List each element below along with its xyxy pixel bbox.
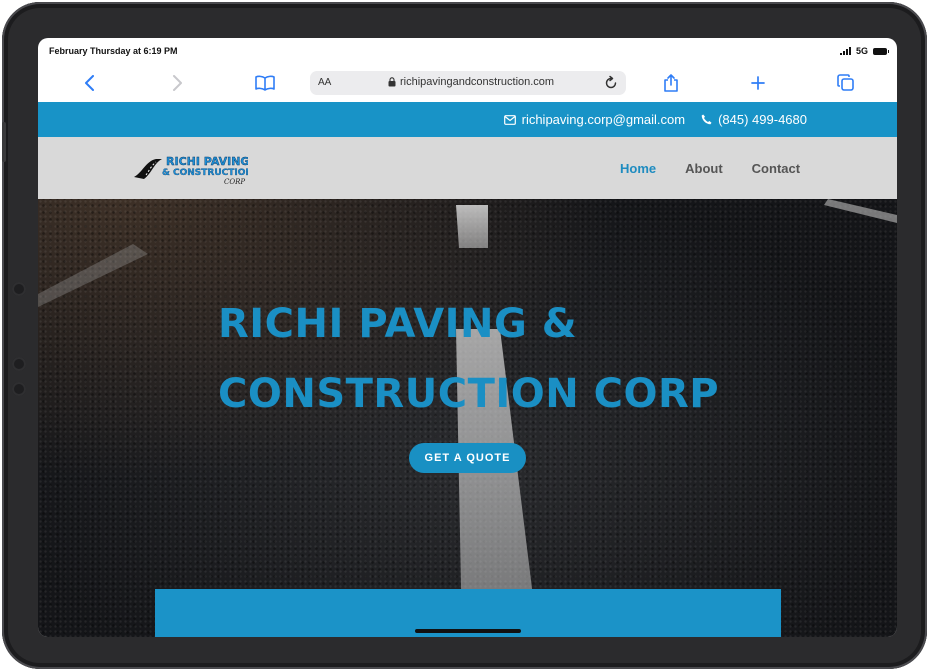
back-icon[interactable] bbox=[77, 70, 103, 96]
phone-icon bbox=[701, 114, 712, 125]
battery-icon bbox=[873, 47, 889, 55]
forward-icon[interactable] bbox=[164, 70, 190, 96]
logo-text-line3: CORP bbox=[224, 178, 245, 186]
nav-menu: Home About Contact bbox=[620, 161, 800, 176]
contact-bar: richipaving.corp@gmail.com (845) 499-468… bbox=[38, 102, 897, 137]
hero-section: RICHI PAVING & CONSTRUCTION CORP GET A Q… bbox=[38, 199, 897, 637]
text-size-button[interactable]: AA bbox=[318, 77, 331, 88]
side-dot bbox=[12, 282, 26, 296]
site-navbar: RICHI PAVING & CONSTRUCTION CORP Home Ab… bbox=[38, 137, 897, 199]
tablet-frame: February Thursday at 6:19 PM 5G AA richi… bbox=[2, 2, 927, 669]
reload-icon[interactable] bbox=[602, 74, 620, 92]
bookmarks-icon[interactable] bbox=[252, 70, 278, 96]
address-bar[interactable]: AA richipavingandconstruction.com bbox=[310, 71, 626, 95]
browser-toolbar: AA richipavingandconstruction.com bbox=[38, 64, 897, 102]
share-icon[interactable] bbox=[658, 70, 684, 96]
home-indicator[interactable] bbox=[415, 629, 521, 633]
status-bar: February Thursday at 6:19 PM 5G bbox=[38, 38, 897, 64]
status-indicators: 5G bbox=[839, 46, 889, 56]
tabs-icon[interactable] bbox=[833, 70, 859, 96]
new-tab-icon[interactable] bbox=[745, 70, 771, 96]
get-quote-button[interactable]: GET A QUOTE bbox=[409, 443, 526, 473]
side-dot bbox=[12, 357, 26, 371]
nav-home[interactable]: Home bbox=[620, 161, 656, 176]
status-time: February Thursday at 6:19 PM bbox=[49, 46, 178, 56]
contact-email[interactable]: richipaving.corp@gmail.com bbox=[522, 112, 685, 127]
signal-icon bbox=[839, 47, 851, 55]
nav-about[interactable]: About bbox=[685, 161, 723, 176]
lock-icon bbox=[388, 77, 396, 87]
network-label: 5G bbox=[855, 46, 868, 56]
hero-title: RICHI PAVING & CONSTRUCTION CORP bbox=[218, 289, 719, 429]
hero-title-line1: RICHI PAVING & bbox=[218, 301, 578, 347]
nav-contact[interactable]: Contact bbox=[752, 161, 800, 176]
company-logo[interactable]: RICHI PAVING & CONSTRUCTION CORP bbox=[132, 153, 248, 189]
url-text: richipavingandconstruction.com bbox=[400, 76, 555, 88]
email-icon bbox=[503, 114, 516, 125]
hero-title-line2: CONSTRUCTION CORP bbox=[218, 371, 720, 417]
side-dot bbox=[12, 382, 26, 396]
screen: February Thursday at 6:19 PM 5G AA richi… bbox=[38, 38, 897, 637]
contact-phone[interactable]: (845) 499-4680 bbox=[718, 112, 807, 127]
logo-text-line1: RICHI PAVING bbox=[166, 155, 248, 168]
logo-text-line2: & CONSTRUCTION bbox=[162, 168, 248, 178]
volume-button bbox=[2, 122, 6, 162]
